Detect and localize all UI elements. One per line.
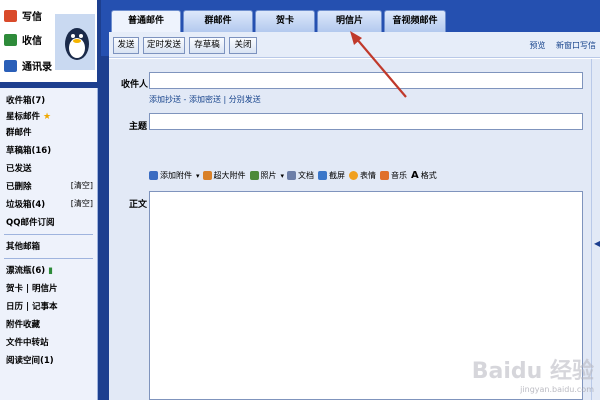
annotation-arrow: [350, 31, 407, 98]
watermark: Baidu 经验 jingyan.baidu.com: [472, 353, 594, 394]
watermark-brand: Baidu 经验: [471, 359, 594, 384]
watermark-url: jingyan.baidu.com: [520, 385, 594, 394]
